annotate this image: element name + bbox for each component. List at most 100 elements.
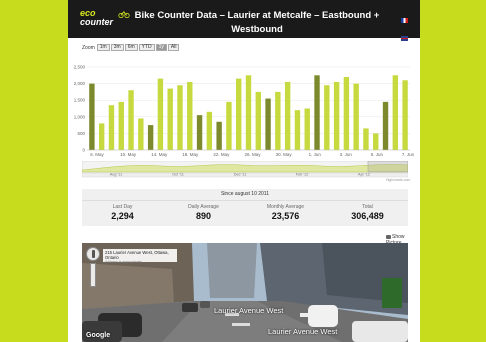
bar — [236, 78, 242, 150]
x-tick-label: 7. Jun — [402, 152, 415, 157]
navigator-label: Feb '12 — [296, 173, 309, 177]
stat-last-day-label: Last Day — [112, 204, 133, 210]
bar — [216, 121, 222, 150]
english-flag-icon[interactable] — [401, 36, 408, 41]
chart-navigator[interactable]: Aug '11 Oct '11 Dec '11 Feb '12 Apr '12 — [82, 161, 408, 178]
street-view-address-box: 215 Laurier Avenue West, Ottawa, Ontario… — [103, 249, 177, 264]
page-title: Bike Counter Data – Laurier at Metcalfe … — [132, 9, 382, 37]
x-tick-label: 26. May — [244, 152, 261, 157]
logo-line2: counter — [80, 17, 114, 27]
zoom-1m-button[interactable]: 1m — [96, 44, 110, 51]
y-tick-label: 1,500 — [74, 98, 86, 103]
y-tick-label: 2,000 — [74, 81, 86, 86]
stat-total: Total 306,489 — [327, 204, 408, 221]
bar — [373, 133, 379, 150]
bar — [108, 105, 115, 150]
x-tick-label: 6. May — [90, 152, 104, 157]
bar — [382, 101, 389, 150]
bar — [333, 81, 340, 150]
stat-daily-average: Daily Average 890 — [163, 204, 244, 221]
bar — [304, 108, 310, 150]
bar — [265, 98, 271, 150]
bar — [275, 91, 281, 150]
stats-panel: Since august 10 2011 Last Day 2,294 Dail… — [82, 189, 408, 226]
bar — [196, 115, 203, 150]
bar — [392, 75, 399, 150]
street-view-compass-icon[interactable] — [86, 247, 100, 261]
bar — [206, 111, 213, 150]
bar — [157, 78, 164, 150]
stat-daily-average-label: Daily Average — [188, 204, 219, 210]
bar — [363, 128, 369, 150]
bike-count-chart: 2,500 2,000 1,500 1,000 500 0 6. May 10. May 14.… — [68, 58, 420, 166]
bar — [284, 81, 291, 150]
street-view[interactable]: 215 Laurier Avenue West, Ottawa, Ontario… — [82, 243, 408, 342]
zoom-label: Zoom — [82, 44, 95, 51]
zoom-all-button[interactable]: All — [167, 44, 180, 51]
y-tick-label: 0 — [82, 148, 85, 153]
stat-monthly-average-label: Monthly Average — [266, 204, 305, 210]
zoom-ytd-button[interactable]: YTD — [138, 44, 155, 51]
stat-daily-average-value: 890 — [195, 211, 212, 221]
bar — [255, 91, 261, 150]
navigator-series — [82, 164, 408, 173]
x-tick-label: 10. May — [120, 152, 137, 157]
bike-count-chart-svg: 2,500 2,000 1,500 1,000 500 0 6. May 10. May 14.… — [74, 65, 415, 158]
bike-icon — [118, 11, 130, 18]
bar — [187, 81, 193, 150]
x-tick-label: 3. Jun — [340, 152, 353, 157]
x-tick-label: 30. May — [276, 152, 293, 157]
stat-last-day-value: 2,294 — [111, 211, 134, 221]
eco-counter-logo[interactable]: eco counter — [80, 9, 130, 31]
zoom-selector: Zoom 1m 3m 6m YTD 1y All — [82, 43, 180, 52]
bar — [226, 101, 232, 150]
y-tick-label: 500 — [77, 131, 85, 136]
street-view-address: 215 Laurier Avenue West, Ottawa, Ontario — [105, 250, 169, 260]
language-switcher — [400, 10, 420, 46]
street-view-address-note: Address is approximate — [105, 260, 142, 264]
x-tick-label: 14. May — [151, 152, 168, 157]
google-logo: Google — [86, 332, 111, 339]
zoom-3m-button[interactable]: 3m — [110, 44, 124, 51]
highcharts-credit[interactable]: Highcharts.com — [386, 178, 410, 182]
bar — [89, 83, 95, 150]
y-tick-label: 1,000 — [74, 114, 86, 119]
stat-total-label: Total — [362, 204, 373, 210]
bar — [245, 75, 252, 150]
navigator-label: Dec '11 — [234, 173, 246, 177]
navigator-label: Aug '11 — [110, 173, 122, 177]
x-tick-label: 1. Jun — [309, 152, 322, 157]
stat-last-day: Last Day 2,294 — [82, 204, 163, 221]
stat-monthly-average: Monthly Average 23,576 — [245, 204, 326, 221]
stats-divider — [82, 200, 408, 201]
title-line2: Westbound — [231, 24, 283, 35]
bar — [128, 90, 134, 150]
bar — [177, 85, 183, 150]
bar — [167, 88, 173, 150]
x-tick-label: 22. May — [213, 152, 230, 157]
bar — [324, 85, 330, 150]
street-label-2[interactable]: Laurier Avenue West — [268, 327, 337, 336]
bar — [138, 118, 144, 150]
navigator-label: Apr '12 — [358, 173, 370, 177]
x-tick-label: 18. May — [182, 152, 199, 157]
street-view-zoom-control[interactable] — [90, 263, 96, 287]
bar — [353, 83, 359, 150]
french-flag-icon[interactable] — [401, 18, 408, 23]
stat-total-value: 306,489 — [351, 211, 384, 221]
zoom-1y-button[interactable]: 1y — [155, 44, 167, 51]
bar — [294, 110, 301, 150]
y-tick-label: 2,500 — [74, 65, 86, 70]
chart-navigator-svg: Aug '11 Oct '11 Dec '11 Feb '12 Apr '12 — [82, 161, 408, 178]
navigator-selection-handle — [367, 161, 408, 173]
bar — [98, 123, 105, 150]
bar — [343, 76, 350, 150]
bar — [147, 125, 154, 150]
bar — [118, 101, 124, 150]
stats-since-label: Since august 10 2011 — [220, 191, 269, 197]
bar — [314, 75, 320, 150]
zoom-6m-button[interactable]: 6m — [124, 44, 138, 51]
street-label-1[interactable]: Laurier Avenue West — [214, 306, 283, 315]
stat-monthly-average-value: 23,576 — [271, 211, 300, 221]
bar — [402, 80, 408, 150]
